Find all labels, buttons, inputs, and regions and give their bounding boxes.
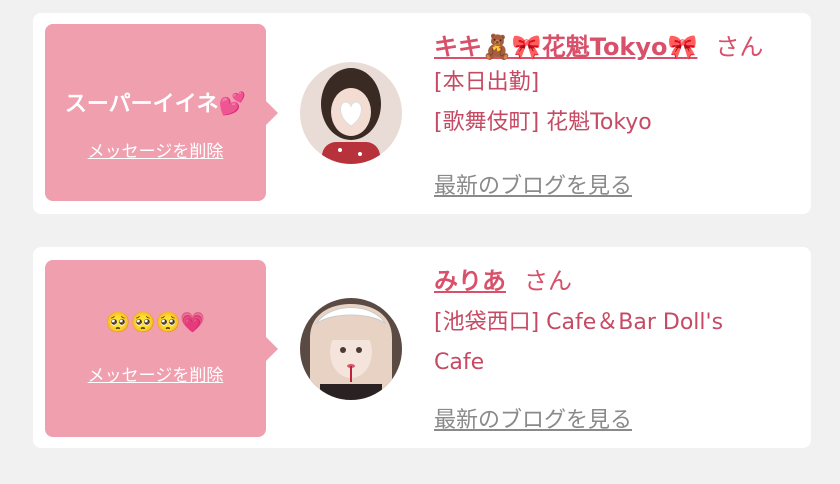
reaction-bubble: 🥺🥺🥺💗 メッセージを削除 — [45, 260, 278, 437]
honorific: さん — [715, 33, 764, 61]
info-line: Cafe — [434, 350, 485, 375]
message-card: スーパーイイネ💕 メッセージを削除 キキ🧸🎀花魁Tokyo🎀 さん [本日出勤] … — [33, 13, 811, 214]
reaction-label: 🥺🥺🥺💗 — [105, 310, 206, 334]
info-line: [歌舞伎町] 花魁Tokyo — [434, 110, 652, 135]
name-row: キキ🧸🎀花魁Tokyo🎀 さん — [434, 27, 763, 62]
honorific: さん — [524, 267, 572, 295]
delete-message-link[interactable]: メッセージを削除 — [45, 137, 266, 162]
reaction-bubble: スーパーイイネ💕 メッセージを削除 — [45, 24, 278, 201]
message-card: 🥺🥺🥺💗 メッセージを削除 みりあ さん [池袋西口] Cafe＆Bar Doll… — [33, 247, 811, 448]
info-block: [池袋西口] Cafe＆Bar Doll's Cafe — [434, 303, 723, 383]
name-row: みりあ さん — [434, 261, 572, 296]
avatar[interactable] — [300, 62, 402, 164]
profile-name-link[interactable]: キキ🧸🎀花魁Tokyo🎀 — [434, 33, 697, 61]
info-line: [池袋西口] Cafe＆Bar Doll's — [434, 310, 724, 335]
reaction-label: スーパーイイネ💕 — [64, 92, 247, 117]
info-block: [本日出勤] [歌舞伎町] 花魁Tokyo — [434, 63, 652, 143]
delete-message-link[interactable]: メッセージを削除 — [45, 361, 266, 386]
profile-name-link[interactable]: みりあ — [434, 267, 506, 295]
latest-blog-link[interactable]: 最新のブログを見る — [434, 168, 632, 200]
avatar[interactable] — [300, 298, 402, 400]
info-line: [本日出勤] — [434, 70, 540, 95]
latest-blog-link[interactable]: 最新のブログを見る — [434, 402, 632, 434]
